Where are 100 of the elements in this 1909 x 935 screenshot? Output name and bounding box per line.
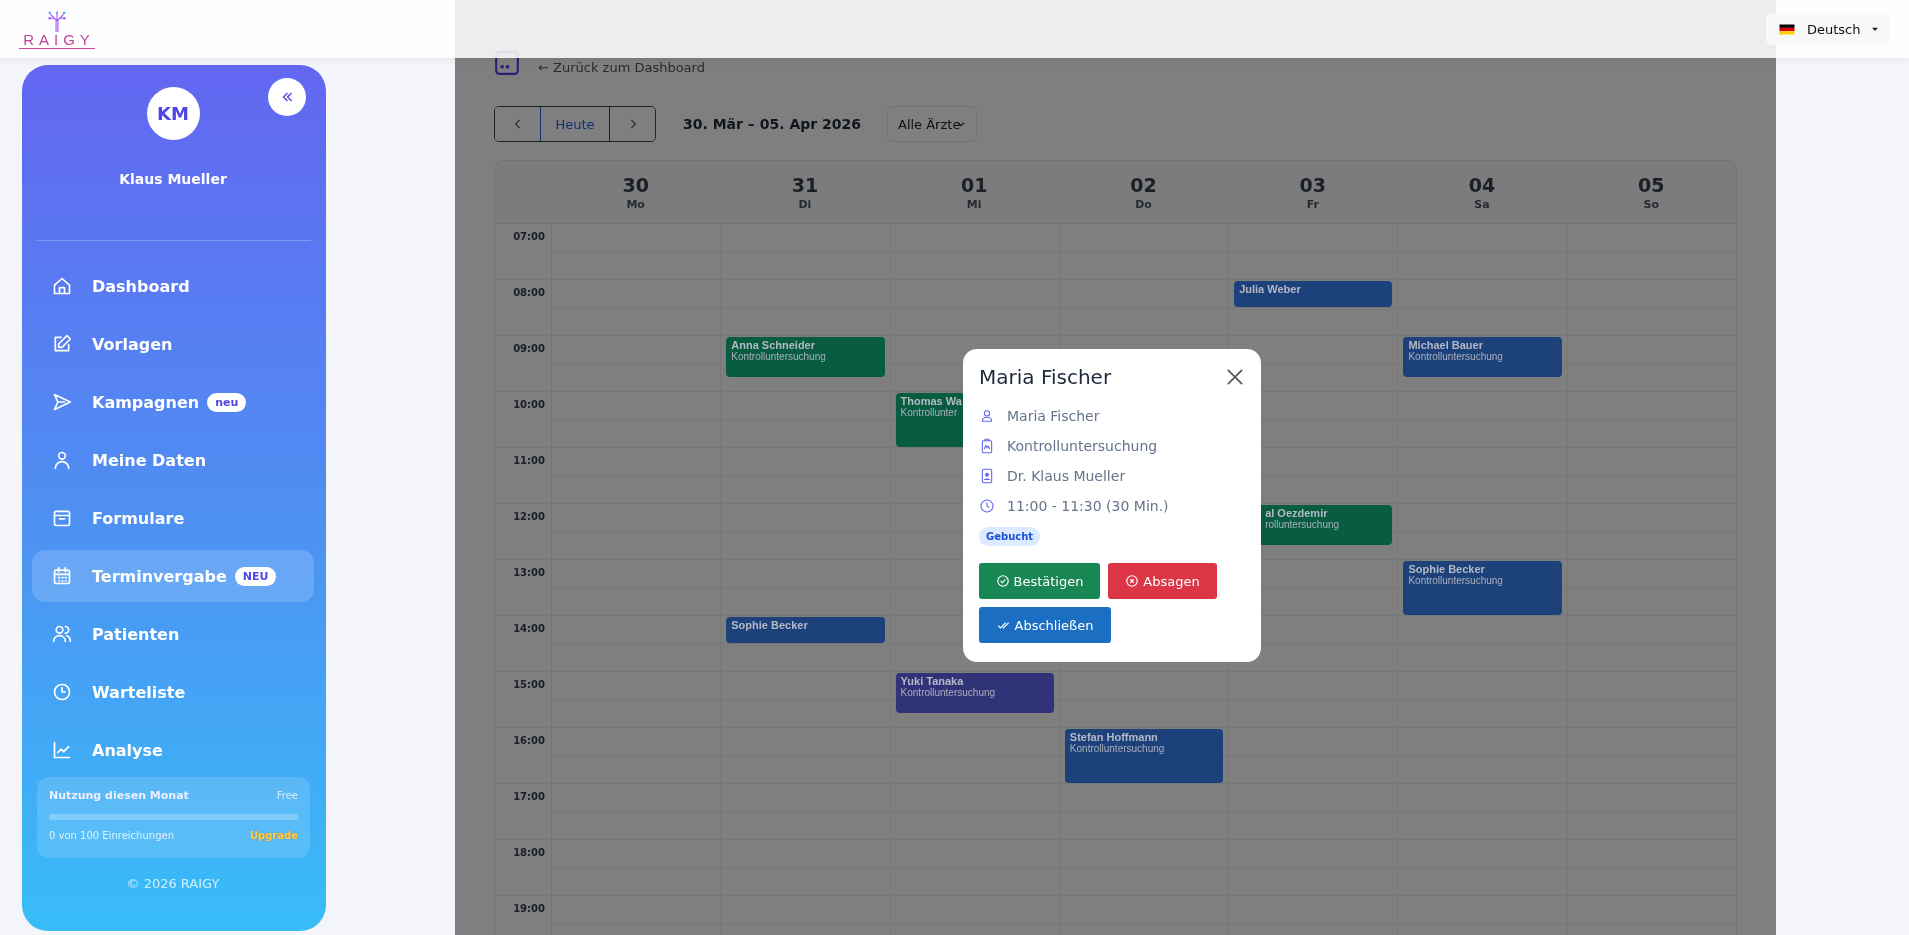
time-label: 11:00 <box>513 455 545 468</box>
weekday-label: Di <box>798 197 812 211</box>
day-number: 04 <box>1468 173 1496 196</box>
confirm-button[interactable]: Bestätigen <box>979 563 1100 599</box>
appointment-block[interactable]: Michael Bauer Kontrolluntersuchung <box>1403 337 1562 377</box>
nav-item[interactable]: Vorlagen <box>32 318 314 370</box>
appointment-type: rolluntersuchung <box>1265 519 1340 530</box>
today-button[interactable]: Heute <box>540 107 610 141</box>
back-link[interactable]: ← Zurück zum Dashboard <box>538 60 705 75</box>
collapse-button[interactable] <box>268 78 306 116</box>
appointment-time: 11:00 - 11:30 (30 Min.) <box>1007 498 1169 514</box>
appointment-block[interactable]: Stefan Hoffmann Kontrolluntersuchung <box>1064 729 1224 783</box>
patient-name: Stefan Hoffmann <box>1069 731 1158 743</box>
person-icon <box>979 408 995 424</box>
usage-count: 0 von 100 Einreichungen <box>49 830 174 841</box>
day-number: 31 <box>791 173 819 196</box>
calendar-icon <box>52 566 72 586</box>
day-number: 03 <box>1299 173 1326 196</box>
patient-name: Yuki Tanaka <box>900 675 964 687</box>
time-label: 19:00 <box>513 903 545 916</box>
time-label: 16:00 <box>513 735 545 748</box>
edit-icon <box>52 334 72 354</box>
weekday-label: So <box>1643 197 1660 211</box>
badge-icon <box>979 468 995 484</box>
appointment-block[interactable]: Anna Schneider Kontrolluntersuchung <box>726 337 885 377</box>
time-label: 15:00 <box>513 679 545 692</box>
time-label: 09:00 <box>513 343 545 356</box>
appointment-type: Kontrolluntersuchung <box>1408 351 1503 362</box>
send-icon <box>52 392 72 412</box>
dialog-title: Maria Fischer <box>979 365 1112 389</box>
time-label: 14:00 <box>513 623 545 636</box>
nav-item[interactable]: Terminvergabe NEU <box>32 550 314 602</box>
patient-name: Julia Weber <box>1239 283 1301 295</box>
time-label: 08:00 <box>513 287 545 300</box>
clock-icon <box>979 498 995 514</box>
user-name: Klaus Mueller <box>119 171 227 187</box>
nav-item[interactable]: Analyse <box>32 724 314 776</box>
nav-item[interactable]: Warteliste <box>32 666 314 718</box>
complete-button[interactable]: Abschließen <box>979 607 1111 643</box>
status-badge: Gebucht <box>979 527 1041 546</box>
day-number: 30 <box>622 173 649 196</box>
nav-item[interactable]: Dashboard <box>32 260 314 312</box>
day-number: 02 <box>1130 173 1157 196</box>
usage-title: Nutzung diesen Monat <box>49 789 189 802</box>
time-label: 17:00 <box>513 791 545 804</box>
appointment-block[interactable]: Yuki Tanaka Kontrolluntersuchung <box>895 673 1054 713</box>
appointment-type: Kontrollunter <box>900 407 958 418</box>
patient-name: Michael Bauer <box>1408 339 1483 351</box>
patient-name: Maria Fischer <box>1007 408 1100 424</box>
new-badge: NEU <box>234 566 277 586</box>
logo[interactable]: RAIGY <box>20 9 94 49</box>
archive-icon <box>52 508 72 528</box>
weekday-label: Mo <box>626 197 645 211</box>
clipboard-icon <box>979 438 995 454</box>
nav-item[interactable]: Patienten <box>32 608 314 660</box>
x-circle-icon <box>1125 574 1140 588</box>
nav-item[interactable]: Meine Daten <box>32 434 314 486</box>
appointment-block[interactable]: Sophie Becker <box>726 617 885 643</box>
close-icon[interactable] <box>1225 367 1245 387</box>
cancel-button[interactable]: Absagen <box>1108 563 1217 599</box>
doctor-name: Dr. Klaus Mueller <box>1007 468 1126 484</box>
weekday-label: Sa <box>1474 197 1490 211</box>
nav-item[interactable]: Formulare <box>32 492 314 544</box>
patient-name: Sophie Becker <box>731 619 808 631</box>
users-icon <box>52 624 72 644</box>
patient-name: al Oezdemir <box>1265 507 1328 519</box>
day-number: 01 <box>960 173 988 196</box>
language-selector[interactable]: Deutsch <box>1766 13 1890 45</box>
appointment-type: Kontrolluntersuchung <box>1408 575 1503 586</box>
patient-name: Anna Schneider <box>731 339 816 351</box>
doctor-select[interactable]: Alle Ärzte <box>887 106 978 142</box>
appointment-type: Kontrolluntersuchung <box>1069 743 1165 754</box>
plan-label: Free <box>276 790 298 801</box>
time-label: 13:00 <box>513 567 545 580</box>
double-chevron-icon <box>280 90 294 104</box>
patient-name: Sophie Becker <box>1408 563 1485 575</box>
weekday-label: Do <box>1135 197 1152 211</box>
check-circle-icon <box>995 574 1010 588</box>
nav-item[interactable]: Kampagnen neu <box>32 376 314 428</box>
copyright: © 2026 RAIGY <box>125 876 221 891</box>
appointment-type: Kontrolluntersuchung <box>731 351 826 362</box>
time-label: 12:00 <box>513 511 545 524</box>
day-number: 05 <box>1638 173 1665 196</box>
avatar: KM <box>146 87 200 140</box>
date-range: 30. Mär – 05. Apr 2026 <box>683 116 861 132</box>
weekday-label: Fr <box>1306 197 1319 211</box>
weekday-label: Mi <box>966 197 982 211</box>
patient-name: Thomas Wa <box>900 395 962 407</box>
appointment-block[interactable]: Julia Weber <box>1234 281 1393 307</box>
appointment-type: Kontrolluntersuchung <box>900 687 996 698</box>
new-badge: neu <box>207 392 247 412</box>
user-icon <box>52 450 72 470</box>
chart-icon <box>52 740 72 760</box>
time-label: 10:00 <box>513 399 545 412</box>
home-icon <box>52 276 72 296</box>
appointment-block[interactable]: Sophie Becker Kontrolluntersuchung <box>1403 561 1562 615</box>
appointment-type: Kontrolluntersuchung <box>1007 438 1158 454</box>
time-label: 07:00 <box>513 231 545 244</box>
clock-icon <box>52 682 72 702</box>
time-label: 18:00 <box>513 847 545 860</box>
